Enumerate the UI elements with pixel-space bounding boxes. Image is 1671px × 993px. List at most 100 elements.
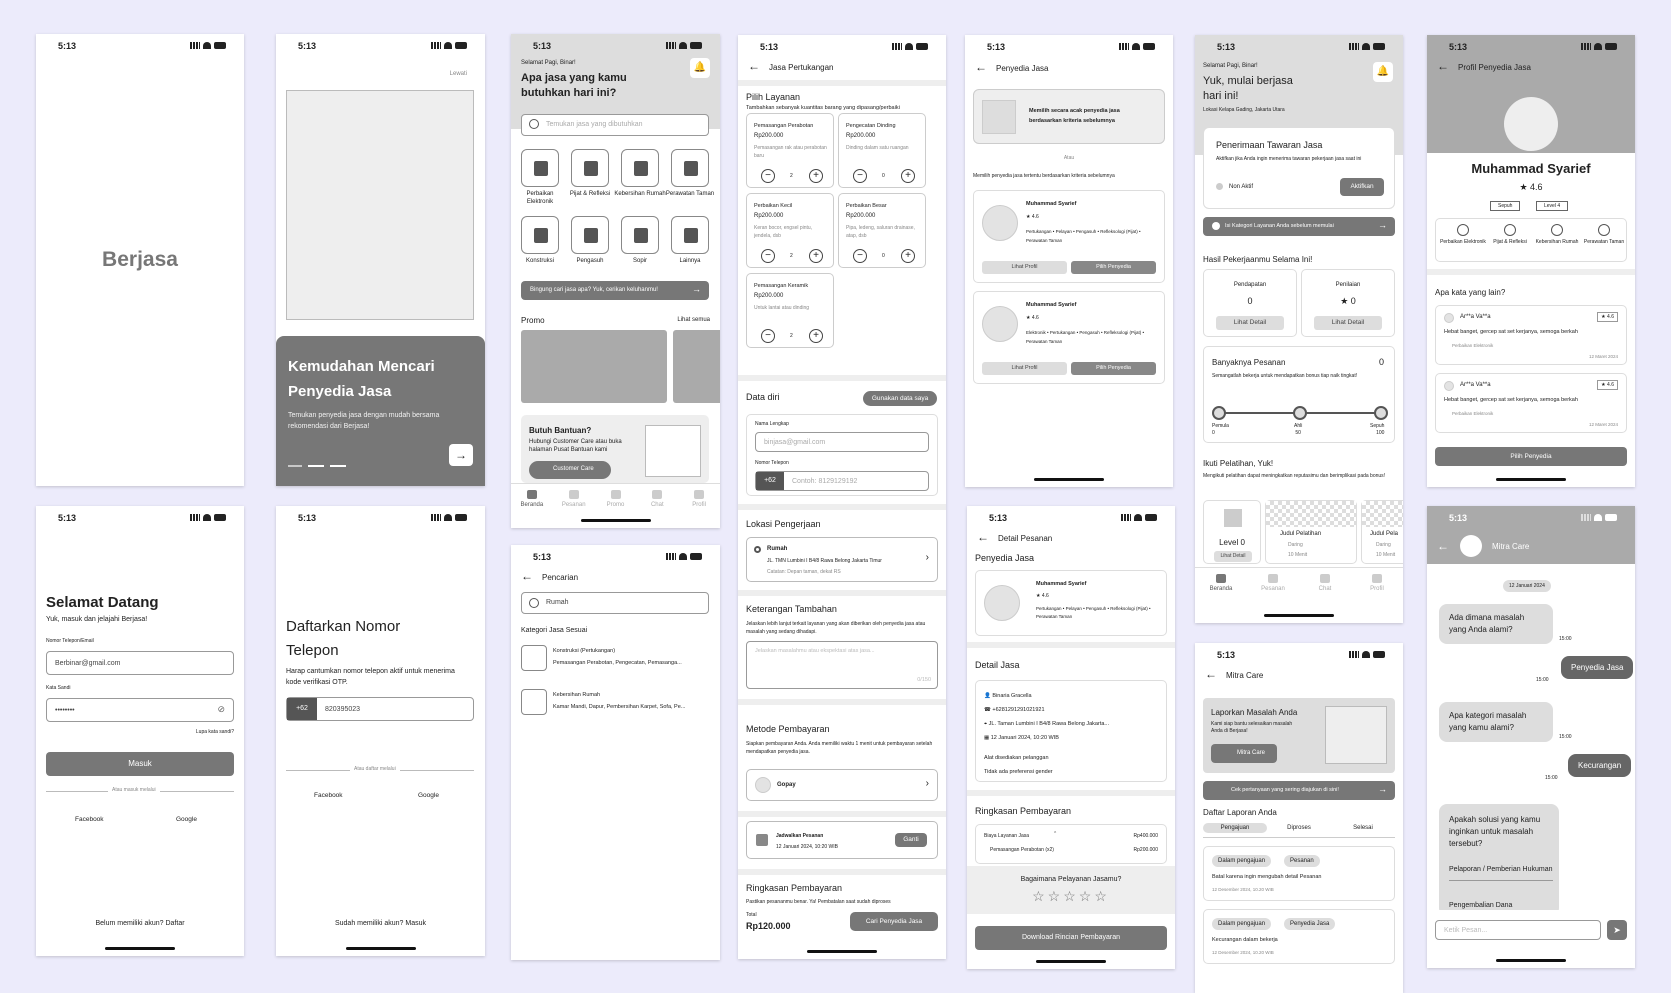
minus-button[interactable]: − bbox=[853, 169, 867, 183]
message-input[interactable]: Ketik Pesan... bbox=[1435, 920, 1601, 940]
back-arrow-icon[interactable]: ← bbox=[975, 60, 987, 74]
category-icon[interactable] bbox=[521, 216, 559, 254]
tab-profil[interactable]: Profil bbox=[1362, 574, 1392, 592]
minus-button[interactable]: − bbox=[761, 249, 775, 263]
pick-provider-button[interactable]: Pilih Penyedia bbox=[1071, 261, 1156, 274]
minus-button[interactable]: − bbox=[761, 329, 775, 343]
password-input[interactable]: •••••••• ⊘ bbox=[46, 698, 234, 722]
back-arrow-icon[interactable]: ← bbox=[1437, 539, 1449, 553]
login-button[interactable]: Masuk bbox=[46, 752, 234, 776]
faq-banner[interactable]: Cek pertanyaan yang sering diajukan di s… bbox=[1203, 781, 1395, 800]
mitra-care-button[interactable]: Mitra Care bbox=[1211, 744, 1277, 763]
search-input[interactable]: Temukan jasa yang dibutuhkan bbox=[521, 114, 709, 136]
training-card[interactable]: Judul Pelatihan Daring 10 Menit bbox=[1265, 500, 1357, 564]
note-textarea[interactable]: Jelaskan masalahmu atau ekspektasi atas … bbox=[746, 641, 938, 689]
tab-chat[interactable]: Chat bbox=[642, 490, 672, 508]
bell-icon[interactable]: 🔔 bbox=[1373, 62, 1393, 82]
plus-button[interactable]: + bbox=[901, 169, 915, 183]
chevron-up-icon[interactable]: ⌃ bbox=[1053, 831, 1057, 837]
change-schedule-button[interactable]: Ganti bbox=[895, 833, 927, 847]
see-profile-button[interactable]: Lihat Profil bbox=[982, 362, 1067, 375]
bell-icon[interactable]: 🔔 bbox=[690, 58, 710, 78]
search-result-item[interactable]: Konstruksi (Pertukangan) Pemasangan Perab… bbox=[521, 641, 711, 677]
payment-method-selector[interactable]: Gopay › bbox=[746, 769, 938, 801]
back-arrow-icon[interactable]: ← bbox=[748, 59, 760, 73]
tab-pesanan[interactable]: Pesanan bbox=[559, 490, 589, 508]
tab-diproses[interactable]: Diproses bbox=[1267, 823, 1331, 833]
facebook-button[interactable]: Facebook bbox=[314, 792, 343, 799]
phone-input[interactable]: +62 Contoh: 8129129192 bbox=[755, 471, 929, 491]
category-icon[interactable] bbox=[671, 216, 709, 254]
see-level-button[interactable]: Lihat Detail bbox=[1214, 551, 1252, 562]
plus-button[interactable]: + bbox=[901, 249, 915, 263]
report-card[interactable]: Dalam pengajuan Penyedia Jasa Kecurangan d… bbox=[1203, 909, 1395, 964]
back-arrow-icon[interactable]: ← bbox=[1437, 59, 1449, 73]
login-link[interactable]: Sudah memiliki akun? Masuk bbox=[276, 920, 485, 927]
forgot-password-link[interactable]: Lupa kata sandi? bbox=[196, 729, 234, 735]
greeting: Selamat Pagi, Binar! bbox=[1203, 63, 1258, 69]
google-button[interactable]: Google bbox=[176, 816, 197, 823]
back-arrow-icon[interactable]: ← bbox=[1205, 667, 1217, 681]
find-provider-button[interactable]: Cari Penyedia Jasa bbox=[850, 912, 938, 931]
category-icon[interactable] bbox=[621, 216, 659, 254]
plus-button[interactable]: + bbox=[809, 249, 823, 263]
next-button[interactable]: → bbox=[449, 444, 473, 466]
back-arrow-icon[interactable]: ← bbox=[521, 569, 533, 583]
category-icon[interactable] bbox=[521, 149, 559, 187]
training-card[interactable]: Judul Pela Daring 10 Menit bbox=[1361, 500, 1403, 564]
tab-selesai[interactable]: Selesai bbox=[1331, 823, 1395, 833]
option-item[interactable]: Pelaporan / Pemberian Hukuman bbox=[1449, 864, 1553, 881]
choose-provider-button[interactable]: Pilih Penyedia bbox=[1435, 447, 1627, 466]
search-input[interactable]: Rumah bbox=[521, 592, 709, 614]
back-arrow-icon[interactable]: ← bbox=[977, 530, 989, 544]
register-link[interactable]: Belum memiliki akun? Daftar bbox=[36, 920, 244, 927]
plus-button[interactable]: + bbox=[809, 169, 823, 183]
pick-provider-button[interactable]: Pilih Penyedia bbox=[1071, 362, 1156, 375]
see-rating-button[interactable]: Lihat Detail bbox=[1314, 316, 1382, 330]
promo-banner[interactable] bbox=[521, 330, 667, 403]
option-item[interactable]: Pengembalian Dana bbox=[1449, 902, 1512, 909]
category-icon[interactable] bbox=[571, 149, 609, 187]
provider-card[interactable]: Penyedia JasaMuhammad Syarief★ 4.6Pertuk… bbox=[975, 570, 1167, 636]
see-profile-button[interactable]: Lihat Profil bbox=[982, 261, 1067, 274]
facebook-button[interactable]: Facebook bbox=[75, 816, 104, 823]
phone-input[interactable]: +62 820395023 bbox=[286, 697, 474, 721]
use-my-data-button[interactable]: Gunakan data saya bbox=[863, 391, 937, 406]
email-input[interactable]: Berbinar@gmail.com bbox=[46, 651, 234, 675]
plus-button[interactable]: + bbox=[809, 329, 823, 343]
skip-link[interactable]: Lewati bbox=[450, 71, 467, 77]
random-provider-card[interactable]: Memilih secara acak penyedia jasa berdas… bbox=[973, 89, 1165, 144]
promo-banner[interactable] bbox=[673, 330, 720, 403]
tab-profil[interactable]: Profil bbox=[684, 490, 714, 508]
google-button[interactable]: Google bbox=[418, 792, 439, 799]
customer-care-button[interactable]: Customer Care bbox=[529, 461, 611, 479]
see-income-button[interactable]: Lihat Detail bbox=[1216, 316, 1284, 330]
send-icon[interactable]: ➤ bbox=[1607, 920, 1627, 940]
rating: ★ 4.6 bbox=[1519, 182, 1543, 192]
tab-beranda[interactable]: Beranda bbox=[1206, 574, 1236, 592]
see-all-link[interactable]: Lihat semua bbox=[677, 317, 710, 323]
chat-bubble-out: Penyedia Jasa bbox=[1561, 656, 1634, 679]
tab-chat[interactable]: Chat bbox=[1310, 574, 1340, 592]
orders-count: 0 bbox=[1378, 357, 1384, 367]
minus-button[interactable]: − bbox=[761, 169, 775, 183]
report-card[interactable]: Dalam pengajuan Pesanan Batal karena ingin… bbox=[1203, 846, 1395, 901]
category-icon[interactable] bbox=[621, 149, 659, 187]
category-icon[interactable] bbox=[671, 149, 709, 187]
status-dot bbox=[1216, 183, 1223, 190]
download-receipt-button[interactable]: Download Rincian Pembayaran bbox=[975, 926, 1167, 950]
tab-beranda[interactable]: Beranda bbox=[517, 490, 547, 508]
activate-button[interactable]: Aktifkan bbox=[1340, 178, 1384, 196]
complaint-banner[interactable]: Bingung cari jasa apa? Yuk, cerikan kelu… bbox=[521, 281, 709, 300]
category-warning-banner[interactable]: Isi Kategori Layanan Anda sebelum memula… bbox=[1203, 217, 1395, 236]
search-result-item[interactable]: Kebersihan Rumah Kamar Mandi, Dapur, Pemb… bbox=[521, 685, 711, 721]
minus-button[interactable]: − bbox=[853, 249, 867, 263]
tab-promo[interactable]: Promo bbox=[601, 490, 631, 508]
tab-pengajuan[interactable]: Pengajuan bbox=[1203, 823, 1267, 833]
location-card[interactable]: Rumah JL. TMN Lumbini I B4/8 Rawa Belong… bbox=[746, 537, 938, 582]
name-input[interactable]: binjasa@gmail.com bbox=[755, 432, 929, 452]
category-icon[interactable] bbox=[571, 216, 609, 254]
star-rating-input[interactable]: ☆☆☆☆☆ bbox=[967, 888, 1175, 905]
tab-pesanan[interactable]: Pesanan bbox=[1258, 574, 1288, 592]
eye-off-icon[interactable]: ⊘ bbox=[217, 704, 225, 715]
